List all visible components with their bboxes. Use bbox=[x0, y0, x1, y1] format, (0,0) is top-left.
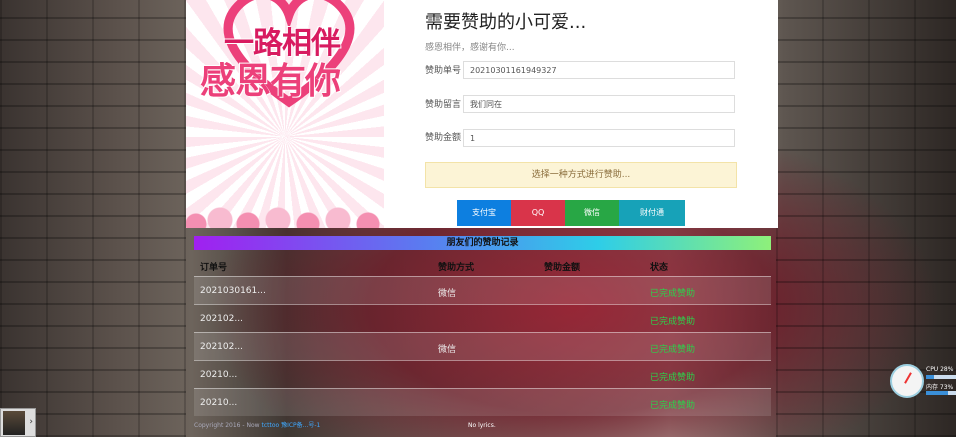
gauge-icon bbox=[890, 364, 924, 398]
row-status: 已完成赞助 bbox=[650, 317, 696, 327]
row-order: 20210... bbox=[200, 398, 238, 408]
chevron-right-icon[interactable]: › bbox=[29, 417, 33, 427]
wechat-pay-button[interactable]: 微信 bbox=[565, 200, 619, 226]
sponsor-card: 一路相伴 感恩有你 需要赞助的小可爱... 感恩相伴，感谢有你... 赞助单号 … bbox=[186, 0, 778, 228]
page-subtitle: 感恩相伴，感谢有你... bbox=[425, 43, 515, 53]
memory-bar bbox=[926, 391, 956, 395]
cloud-decoration bbox=[186, 206, 384, 228]
amount-field[interactable]: 1 bbox=[463, 129, 735, 147]
column-amount: 赞助金额 bbox=[544, 263, 581, 273]
cpu-usage: CPU 28% bbox=[926, 366, 954, 373]
column-status: 状态 bbox=[650, 263, 669, 273]
tenpay-button[interactable]: 财付通 bbox=[619, 200, 685, 226]
banner-image: 一路相伴 感恩有你 bbox=[186, 0, 384, 228]
page-title: 需要赞助的小可爱... bbox=[425, 12, 587, 33]
row-status: 已完成赞助 bbox=[650, 345, 696, 355]
row-order: 202102... bbox=[200, 314, 243, 324]
order-field[interactable]: 20210301161949327 bbox=[463, 61, 735, 79]
footer-icp-link[interactable]: tcttoo 豫ICP备...号-1 bbox=[261, 422, 320, 429]
system-monitor: CPU 28% 内存 73% bbox=[888, 364, 956, 398]
records-body: 2021030161... 微信 已完成赞助 202102... 已完成赞助 2… bbox=[194, 276, 771, 416]
table-row: 2021030161... 微信 已完成赞助 bbox=[194, 276, 771, 304]
message-field[interactable]: 我们同在 bbox=[463, 95, 735, 113]
row-status: 已完成赞助 bbox=[650, 401, 696, 411]
player-lyrics: No lyrics. bbox=[468, 422, 496, 429]
sponsor-records: 朋友们的赞助记录 订单号 赞助方式 赞助金额 状态 2021030161... … bbox=[194, 236, 771, 416]
column-method: 赞助方式 bbox=[438, 263, 475, 273]
table-row: 202102... 微信 已完成赞助 bbox=[194, 332, 771, 360]
amount-label: 赞助金额 bbox=[425, 133, 462, 143]
column-order: 订单号 bbox=[200, 263, 228, 273]
alipay-button[interactable]: 支付宝 bbox=[457, 200, 511, 226]
table-row: 202102... 已完成赞助 bbox=[194, 304, 771, 332]
banner-line2: 感恩有你 bbox=[200, 61, 341, 102]
album-cover[interactable] bbox=[3, 411, 25, 435]
records-columns: 订单号 赞助方式 赞助金额 状态 bbox=[194, 250, 771, 276]
records-title: 朋友们的赞助记录 bbox=[194, 236, 771, 250]
memory-usage: 内存 73% bbox=[926, 384, 954, 391]
row-status: 已完成赞助 bbox=[650, 289, 696, 299]
order-label: 赞助单号 bbox=[425, 66, 462, 76]
qq-pay-button[interactable]: QQ bbox=[511, 200, 565, 226]
row-order: 202102... bbox=[200, 342, 243, 352]
row-status: 已完成赞助 bbox=[650, 373, 696, 383]
cpu-bar bbox=[926, 375, 956, 379]
music-player[interactable]: › bbox=[0, 408, 36, 437]
message-label: 赞助留言 bbox=[425, 100, 462, 110]
table-row: 20210... 已完成赞助 bbox=[194, 388, 771, 416]
payment-buttons: 支付宝 QQ 微信 财付通 bbox=[457, 200, 685, 226]
footer: Copyright 2016 - Now tcttoo 豫ICP备...号-1 bbox=[194, 420, 320, 429]
row-method: 微信 bbox=[438, 345, 457, 355]
row-method: 微信 bbox=[438, 289, 457, 299]
row-order: 2021030161... bbox=[200, 286, 266, 296]
row-order: 20210... bbox=[200, 370, 238, 380]
footer-copyright: Copyright 2016 - Now bbox=[194, 422, 260, 429]
table-row: 20210... 已完成赞助 bbox=[194, 360, 771, 388]
background-left bbox=[0, 0, 186, 437]
payment-hint: 选择一种方式进行赞助... bbox=[425, 162, 737, 188]
